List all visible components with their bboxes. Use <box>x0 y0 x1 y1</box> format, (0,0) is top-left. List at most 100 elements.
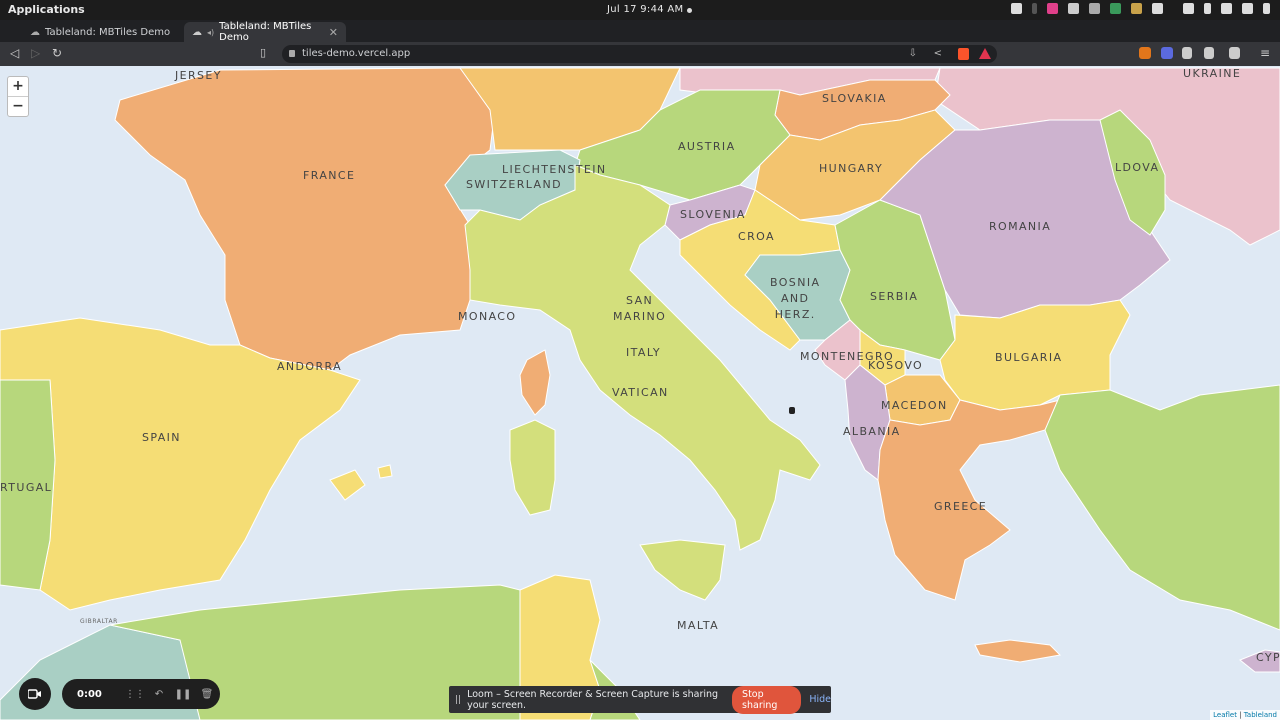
applications-menu[interactable]: Applications <box>8 3 85 16</box>
notification-dot-icon <box>687 8 692 13</box>
label-austria: AUSTRIA <box>678 140 736 153</box>
cloud-icon: ☁ <box>192 26 202 38</box>
clock[interactable]: Jul 17 9:44 AM <box>607 4 683 15</box>
label-jersey: JERSEY <box>175 69 222 82</box>
label-vatican: VATICAN <box>612 386 669 399</box>
brave-shield-icon[interactable] <box>958 48 969 60</box>
tableland-link[interactable]: Tableland <box>1244 711 1277 719</box>
label-liechtenstein: LIECHTENSTEIN <box>502 163 607 176</box>
label-italy: ITALY <box>626 346 662 359</box>
balearic-shape <box>377 464 393 479</box>
address-bar[interactable]: tiles-demo.vercel.app ⇩ < <box>282 45 997 63</box>
screenshot-icon[interactable] <box>1011 3 1022 14</box>
france-shape <box>114 67 496 371</box>
balearic-shape <box>329 469 366 501</box>
share-message: Loom – Screen Recorder & Screen Capture … <box>467 688 719 711</box>
label-malta: MALTA <box>677 619 720 632</box>
label-cyprus: CYP <box>1256 651 1280 664</box>
video-camera-icon <box>28 689 41 699</box>
label-hungary: HUNGARY <box>819 162 884 175</box>
app-icon[interactable] <box>1110 3 1121 14</box>
sidebar-icon[interactable] <box>1204 47 1214 59</box>
map-attribution: Leaflet | Tableland <box>1210 710 1280 720</box>
pause-icon[interactable]: ❚❚ <box>175 688 192 700</box>
wifi-icon[interactable] <box>1183 3 1194 14</box>
close-tab-icon[interactable]: ✕ <box>329 26 338 39</box>
recording-timer: 0:00 <box>77 688 102 700</box>
turkey-shape <box>1044 384 1280 631</box>
label-albania: ALBANIA <box>843 425 901 438</box>
label-france: FRANCE <box>303 169 356 182</box>
dropbox-icon[interactable] <box>1152 3 1163 14</box>
battery-icon[interactable] <box>1242 3 1253 14</box>
tab-title: Tableland: MBTiles Demo <box>219 21 312 43</box>
hide-button[interactable]: Hide <box>809 694 831 705</box>
bluetooth-icon[interactable] <box>1204 3 1211 14</box>
discord-icon[interactable] <box>1068 3 1079 14</box>
label-slovenia: SLOVENIA <box>680 208 746 221</box>
folder-icon[interactable] <box>1131 3 1142 14</box>
label-bosnia: BOSNIA AND HERZ. <box>770 276 821 321</box>
grid-icon[interactable]: ⋮⋮ <box>125 688 145 700</box>
undo-icon[interactable]: ↶ <box>153 688 165 700</box>
leaflet-link[interactable]: Leaflet <box>1213 711 1237 719</box>
label-macedonia: MACEDON <box>881 399 948 412</box>
os-top-bar: Applications Jul 17 9:44 AM <box>0 0 1280 20</box>
share-pause-icon: || <box>455 694 462 705</box>
bookmark-icon[interactable]: ▯ <box>260 46 266 59</box>
tab-tableland-2[interactable]: ☁ ◂) Tableland: MBTiles Demo ✕ <box>184 21 346 43</box>
label-moldova: LDOVA <box>1115 161 1160 174</box>
corsica-shape <box>519 349 551 416</box>
brave-rewards-icon[interactable] <box>979 48 991 59</box>
extension-icon[interactable] <box>1161 47 1173 59</box>
tab-tableland-1[interactable]: ☁ Tableland: MBTiles Demo <box>22 22 184 42</box>
label-switzerland: SWITZERLAND <box>466 178 562 191</box>
label-serbia: SERBIA <box>870 290 919 303</box>
map-canvas[interactable]: + − JERSEY FRANCE UKRAINE SLOVAKIA AUSTR… <box>0 66 1280 720</box>
puzzle-icon[interactable] <box>1182 47 1192 59</box>
wallet-icon[interactable] <box>1229 47 1240 59</box>
zoom-control: + − <box>7 76 29 117</box>
hamburger-menu-icon[interactable]: ≡ <box>1260 46 1270 60</box>
tab-title: Tableland: MBTiles Demo <box>45 26 171 38</box>
zoom-out-button[interactable]: − <box>8 97 28 116</box>
label-romania: ROMANIA <box>989 220 1052 233</box>
mic-icon[interactable] <box>1032 3 1037 14</box>
trash-icon[interactable]: 🗑 <box>201 688 214 700</box>
hand-cursor-icon <box>789 407 795 414</box>
audio-icon[interactable]: ◂) <box>207 28 214 37</box>
label-monaco: MONACO <box>458 310 517 323</box>
attribution-separator: | <box>1236 711 1244 719</box>
slack-icon[interactable] <box>1089 3 1100 14</box>
reload-icon[interactable]: ↻ <box>52 46 62 60</box>
lock-icon <box>289 50 295 57</box>
sardinia-shape <box>509 419 556 516</box>
url-text: tiles-demo.vercel.app <box>302 48 411 59</box>
system-tray <box>1011 3 1270 14</box>
label-spain: SPAIN <box>142 431 181 444</box>
app-icon[interactable] <box>1047 3 1058 14</box>
back-icon[interactable]: ◁ <box>10 46 19 60</box>
label-ukraine: UKRAINE <box>1183 67 1242 80</box>
browser-toolbar: ◁ ▷ ↻ ▯ tiles-demo.vercel.app ⇩ < ≡ <box>0 42 1280 66</box>
metamask-icon[interactable] <box>1139 47 1151 59</box>
loom-camera-button[interactable] <box>19 678 51 710</box>
label-slovakia: SLOVAKIA <box>822 92 887 105</box>
sicily-shape <box>639 539 726 601</box>
forward-icon[interactable]: ▷ <box>31 46 40 60</box>
share-icon[interactable]: < <box>934 45 942 63</box>
cloud-icon: ☁ <box>30 26 40 38</box>
download-icon[interactable]: ⇩ <box>909 45 917 63</box>
label-croatia: CROA <box>738 230 775 243</box>
stop-sharing-button[interactable]: Stop sharing <box>732 685 802 714</box>
label-san-marino: SAN MARINO <box>613 294 667 323</box>
browser-tab-bar: ☁ Tableland: MBTiles Demo ☁ ◂) Tableland… <box>0 20 1280 58</box>
label-portugal: RTUGAL <box>0 481 53 494</box>
power-icon[interactable] <box>1263 3 1270 14</box>
crete-shape <box>974 639 1062 663</box>
label-greece: GREECE <box>934 500 988 513</box>
volume-icon[interactable] <box>1221 3 1232 14</box>
zoom-in-button[interactable]: + <box>8 77 28 97</box>
label-bulgaria: BULGARIA <box>995 351 1063 364</box>
label-gibraltar: GIBRALTAR <box>80 618 118 625</box>
